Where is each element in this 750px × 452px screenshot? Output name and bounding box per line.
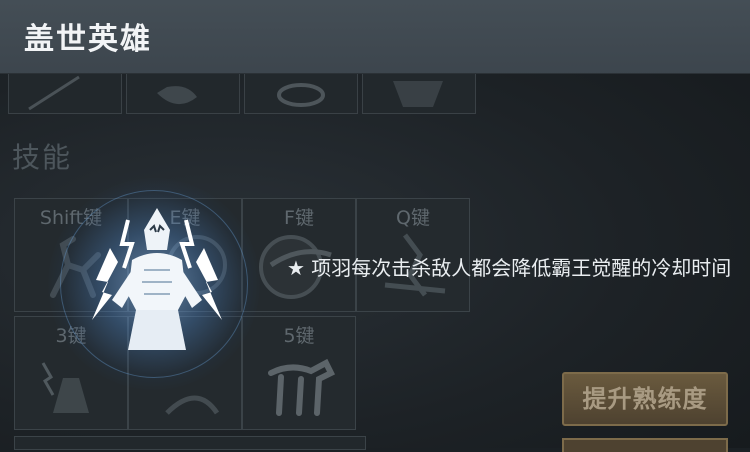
upgrade-proficiency-button[interactable]: 提升熟练度 [562, 372, 728, 426]
gauntlet-icon [157, 86, 197, 105]
horse-icon [268, 358, 336, 416]
equipment-slot[interactable] [8, 73, 122, 114]
title-bar: 盖世英雄 [0, 0, 750, 74]
armor-icon [393, 81, 443, 107]
equipment-slot[interactable] [126, 73, 240, 114]
equipment-slot[interactable] [244, 73, 358, 114]
secondary-button-edge[interactable] [562, 438, 728, 452]
sword-icon [28, 75, 80, 111]
overlord-awaken-icon[interactable] [82, 200, 232, 365]
skill-slot-5[interactable]: 5键 [242, 316, 356, 430]
ring-icon [277, 83, 325, 107]
equipment-slot[interactable] [362, 73, 476, 114]
equipment-row [0, 73, 480, 115]
game-scene: 盖世英雄 技能 Shift键 E键 F键 Q键 3键 [0, 0, 750, 452]
skills-section-label: 技能 [12, 141, 73, 174]
page-title: 盖世英雄 [24, 22, 152, 57]
skill-description: ★ 项羽每次击杀敌人都会降低霸王觉醒的冷却时间 [287, 256, 732, 280]
